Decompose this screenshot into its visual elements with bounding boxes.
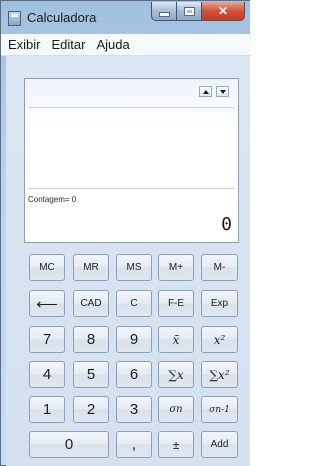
mc-button[interactable]: MC (29, 254, 65, 281)
count-label: Contagem= 0 (28, 195, 77, 204)
decimal-comma-button[interactable]: , (116, 431, 152, 458)
f-e-button[interactable]: F-E (158, 290, 194, 317)
down-arrow-icon (219, 89, 226, 94)
caption-buttons: ✕ (151, 2, 245, 21)
sum-button[interactable]: ∑x (158, 361, 194, 388)
maximize-button[interactable] (177, 2, 202, 21)
maximize-icon (183, 6, 195, 16)
sum-squares-button[interactable]: ∑x² (201, 361, 238, 388)
menu-exibir[interactable]: Exibir (8, 37, 41, 52)
digit-9-button[interactable]: 9 (116, 326, 152, 353)
sigma-n-minus-1-button[interactable]: σn-1 (201, 396, 238, 423)
digit-2-button[interactable]: 2 (73, 396, 109, 423)
menu-editar[interactable]: Editar (52, 37, 86, 52)
digit-0-button[interactable]: 0 (29, 431, 109, 458)
menu-ajuda[interactable]: Ajuda (96, 37, 129, 52)
m-minus-button[interactable]: M- (201, 254, 238, 281)
backspace-button[interactable]: ⟵ (29, 290, 65, 317)
close-button[interactable]: ✕ (202, 2, 245, 21)
scroll-down-button[interactable] (216, 86, 229, 97)
mean-squares-button[interactable]: x² (201, 326, 238, 353)
minimize-button[interactable] (151, 2, 177, 21)
plus-minus-button[interactable]: ± (158, 431, 194, 458)
minimize-icon (158, 11, 170, 17)
digit-5-button[interactable]: 5 (73, 361, 109, 388)
up-arrow-icon (202, 89, 209, 94)
mr-button[interactable]: MR (73, 254, 109, 281)
ms-button[interactable]: MS (116, 254, 152, 281)
mean-button[interactable]: x̄ (158, 326, 194, 353)
sigma-n-button[interactable]: σn (158, 396, 194, 423)
window-title: Calculadora (27, 10, 97, 25)
exp-button[interactable]: Exp (201, 290, 238, 317)
calculator-app-icon (8, 11, 21, 26)
scroll-up-button[interactable] (199, 86, 212, 97)
clear-button[interactable]: C (116, 290, 152, 317)
digit-6-button[interactable]: 6 (116, 361, 152, 388)
display-divider (29, 188, 234, 189)
display-panel: Contagem= 0 0 (24, 78, 239, 243)
title-bar[interactable]: Calculadora ✕ (1, 1, 251, 33)
close-icon: ✕ (217, 4, 229, 18)
display-divider (29, 107, 234, 108)
digit-8-button[interactable]: 8 (73, 326, 109, 353)
digit-7-button[interactable]: 7 (29, 326, 65, 353)
m-plus-button[interactable]: M+ (158, 254, 194, 281)
digit-4-button[interactable]: 4 (29, 361, 65, 388)
display-value: 0 (221, 214, 232, 235)
digit-3-button[interactable]: 3 (116, 396, 152, 423)
add-button[interactable]: Add (201, 431, 238, 458)
menu-bar: Exibir Editar Ajuda (1, 34, 251, 56)
cad-button[interactable]: CAD (73, 290, 109, 317)
digit-1-button[interactable]: 1 (29, 396, 65, 423)
